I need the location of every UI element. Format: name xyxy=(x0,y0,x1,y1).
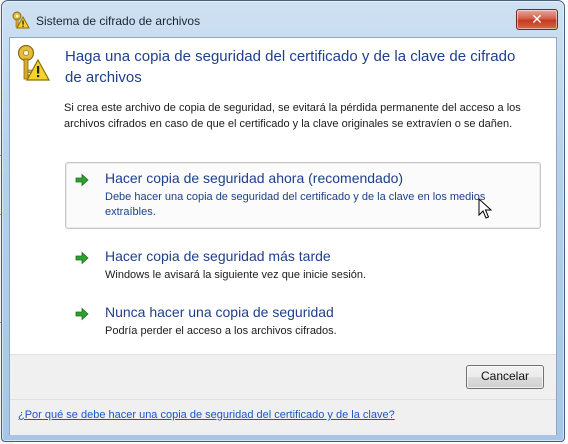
option-title: Hacer copia de seguridad más tarde xyxy=(105,248,331,264)
green-arrow-icon xyxy=(75,307,89,321)
key-warning-icon xyxy=(12,11,30,29)
mouse-pointer-icon xyxy=(478,198,492,219)
title-bar[interactable]: Sistema de cifrado de archivos ✕ xyxy=(2,1,564,37)
efs-backup-dialog: Sistema de cifrado de archivos ✕ Haga un… xyxy=(1,0,565,442)
close-icon: ✕ xyxy=(531,11,543,27)
green-arrow-icon xyxy=(75,251,89,265)
dialog-heading: Haga una copia de seguridad del certific… xyxy=(65,48,516,86)
option-title: Hacer copia de seguridad ahora (recomend… xyxy=(105,170,404,186)
option-never-backup[interactable]: Nunca hacer una copia de seguridad Podrí… xyxy=(65,296,541,348)
help-link[interactable]: ¿Por qué se debe hacer una copia de segu… xyxy=(18,409,395,421)
option-backup-later[interactable]: Hacer copia de seguridad más tarde Windo… xyxy=(65,240,541,292)
footer: ¿Por qué se debe hacer una copia de segu… xyxy=(10,399,556,435)
cancel-button[interactable]: Cancelar xyxy=(466,365,544,389)
close-button[interactable]: ✕ xyxy=(516,9,558,30)
button-bar: Cancelar xyxy=(10,354,556,399)
option-backup-now[interactable]: Hacer copia de seguridad ahora (recomend… xyxy=(65,162,541,229)
option-title: Nunca hacer una copia de seguridad xyxy=(105,304,334,320)
option-description: Debe hacer una copia de seguridad del ce… xyxy=(105,191,486,218)
dialog-content: Haga una copia de seguridad del certific… xyxy=(9,37,557,435)
option-description: Podría perder el acceso a los archivos c… xyxy=(105,325,337,337)
key-warning-icon xyxy=(17,44,50,81)
green-arrow-icon xyxy=(75,173,89,187)
window-title: Sistema de cifrado de archivos xyxy=(36,14,201,28)
intro-text: Si crea este archivo de copia de segurid… xyxy=(64,102,521,130)
option-description: Windows le avisará la siguiente vez que … xyxy=(105,269,367,281)
